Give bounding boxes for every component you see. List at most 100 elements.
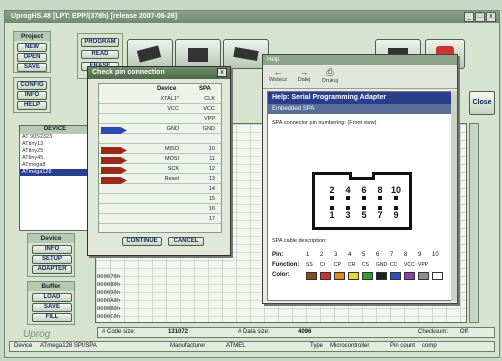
save-project-button[interactable]: SAVE: [17, 63, 47, 72]
help-scrollbar[interactable]: [451, 91, 457, 301]
cable-pin-number: 1: [306, 252, 310, 258]
pin-spa-number: 12: [208, 166, 215, 172]
adapter-button[interactable]: ADAPTER: [32, 265, 72, 274]
manufacturer-value: ATMEL: [226, 343, 246, 349]
device-item[interactable]: ATmega8: [20, 162, 90, 169]
device-item[interactable]: ATtiny13: [20, 141, 90, 148]
tool-button-2[interactable]: [175, 39, 221, 69]
pin-spa-number: 17: [208, 216, 215, 222]
config-group: CONFIG INFO HELP: [13, 77, 51, 113]
device-info-button[interactable]: INFO: [32, 245, 72, 254]
pin-row: VCC VCC: [99, 106, 223, 114]
continue-button[interactable]: CONTINUE: [122, 237, 162, 246]
device-status-value: ATmega128 SPI/SPA: [40, 343, 97, 349]
buffer-group: Buffer LOAD SAVE FILL: [27, 281, 75, 325]
hex-address: 000090h: [97, 290, 121, 296]
pin-row: 17: [99, 216, 223, 224]
type-value: Microcontroller: [330, 343, 370, 349]
help-window: Help ← Wstecz → Dalej ⎙ Drukuj Help: Serial…: [262, 54, 458, 304]
tool-button-1[interactable]: [127, 39, 173, 69]
pin-device-name: GND: [166, 126, 179, 132]
cable-pin-number: 2: [320, 252, 324, 258]
device-item[interactable]: ATtiny25: [20, 148, 90, 155]
connector-pin: 7: [373, 205, 387, 220]
close-window-button[interactable]: x: [486, 12, 496, 22]
device-list[interactable]: DEVICE AT 90S2323 ATtiny13 ATtiny25 ATti…: [19, 125, 91, 231]
config-button[interactable]: CONFIG: [17, 81, 47, 90]
open-project-button[interactable]: OPEN: [17, 53, 47, 62]
fill-button[interactable]: FILL: [32, 313, 72, 322]
cable-pin-number: 8: [404, 252, 408, 258]
load-button[interactable]: LOAD: [32, 293, 72, 302]
pin-spa-number: VPP: [203, 116, 215, 122]
forward-label: Dalej: [297, 77, 311, 83]
device-item[interactable]: AT 90S2323: [20, 134, 90, 141]
cable-pin-function: GND: [376, 262, 388, 268]
window-title: UprogHS.48 [LPT: EPP/(378h) [release 200…: [5, 11, 499, 23]
new-project-button[interactable]: NEW: [17, 43, 47, 52]
cable-color-swatch: [362, 272, 373, 280]
pin-device-name: MISO: [164, 146, 179, 152]
check-pin-title: Check pin connection: [88, 67, 230, 79]
pin-row: MOSI 11: [99, 156, 223, 164]
device-item-selected[interactable]: ATmega128: [20, 169, 90, 176]
help-heading: Help: Serial Programming Adapter: [268, 92, 454, 104]
print-icon[interactable]: ⎙ Drukuj: [319, 67, 341, 87]
cable-pin-number: 4: [348, 252, 352, 258]
pin-spa-number: 11: [209, 156, 215, 162]
pin-row: GND GND: [99, 126, 223, 134]
cancel-button[interactable]: CANCEL: [168, 237, 204, 246]
forward-icon[interactable]: → Dalej: [293, 67, 315, 87]
code-size-value: 131072: [168, 329, 189, 335]
hex-address: 0000C0h: [97, 314, 121, 320]
pin-row: [99, 136, 223, 144]
minimize-button[interactable]: _: [464, 12, 474, 22]
connector-pin: 8: [373, 185, 387, 200]
pin-count-value: comp: [422, 343, 437, 349]
cable-pin-number: 5: [362, 252, 366, 258]
color-row-label: Color:: [272, 272, 290, 278]
help-button[interactable]: HELP: [17, 101, 47, 110]
cable-pin-function: CI: [320, 262, 325, 268]
pin-row: MISO 10: [99, 146, 223, 154]
connector-top-pins: 2 4 6 8 10: [325, 185, 405, 200]
back-icon[interactable]: ← Wstecz: [267, 67, 289, 87]
cable-pin-function: CS: [362, 262, 369, 268]
project-label: Project: [14, 32, 50, 41]
pin-spa-number: GND: [202, 126, 215, 132]
hex-scrollbar[interactable]: [469, 123, 479, 323]
help-content: Help: Serial Programming Adapter Embedde…: [267, 91, 455, 301]
program-button[interactable]: PROGRAM: [81, 38, 119, 47]
data-size-label: # Data size:: [238, 329, 270, 335]
setup-button[interactable]: SETUP: [32, 255, 72, 264]
pin-arrow-icon: [101, 147, 127, 154]
device-item[interactable]: ATtiny45: [20, 155, 90, 162]
cable-color-swatch: [348, 272, 359, 280]
help-subheading: Embedded SPA: [268, 104, 454, 114]
pin-arrow-icon: [101, 177, 127, 184]
pin-device-name: SCK: [167, 166, 179, 172]
close-button[interactable]: Close: [469, 91, 495, 115]
cable-pin-number: 7: [390, 252, 394, 258]
check-pin-dialog: Check pin connection x Device SPA XTAL1*…: [87, 66, 231, 256]
info-button[interactable]: INFO: [17, 91, 47, 100]
connector-pin: 5: [357, 205, 371, 220]
pin-row: 14: [99, 186, 223, 194]
read-button[interactable]: READ: [81, 50, 119, 59]
cable-pin-function: VPP: [418, 262, 429, 268]
pin-row: 15: [99, 196, 223, 204]
cable-color-swatch: [390, 272, 401, 280]
col-device-header: Device: [157, 86, 177, 92]
maximize-button[interactable]: □: [475, 12, 485, 22]
checksum-value: Off: [460, 329, 468, 335]
cable-pin-function: CC: [390, 262, 398, 268]
help-toolbar: ← Wstecz → Dalej ⎙ Drukuj: [263, 65, 457, 89]
pin-device-name: VCC: [167, 106, 179, 112]
buffer-save-button[interactable]: SAVE: [32, 303, 72, 312]
cable-pin-number: 10: [432, 252, 439, 258]
cable-text: SPA cable description:: [272, 238, 327, 244]
cable-pin-function: CR: [348, 262, 356, 268]
hex-address: 000070h: [97, 274, 121, 280]
dialog-close-icon[interactable]: x: [217, 68, 227, 77]
function-row-label: Function:: [272, 262, 300, 268]
